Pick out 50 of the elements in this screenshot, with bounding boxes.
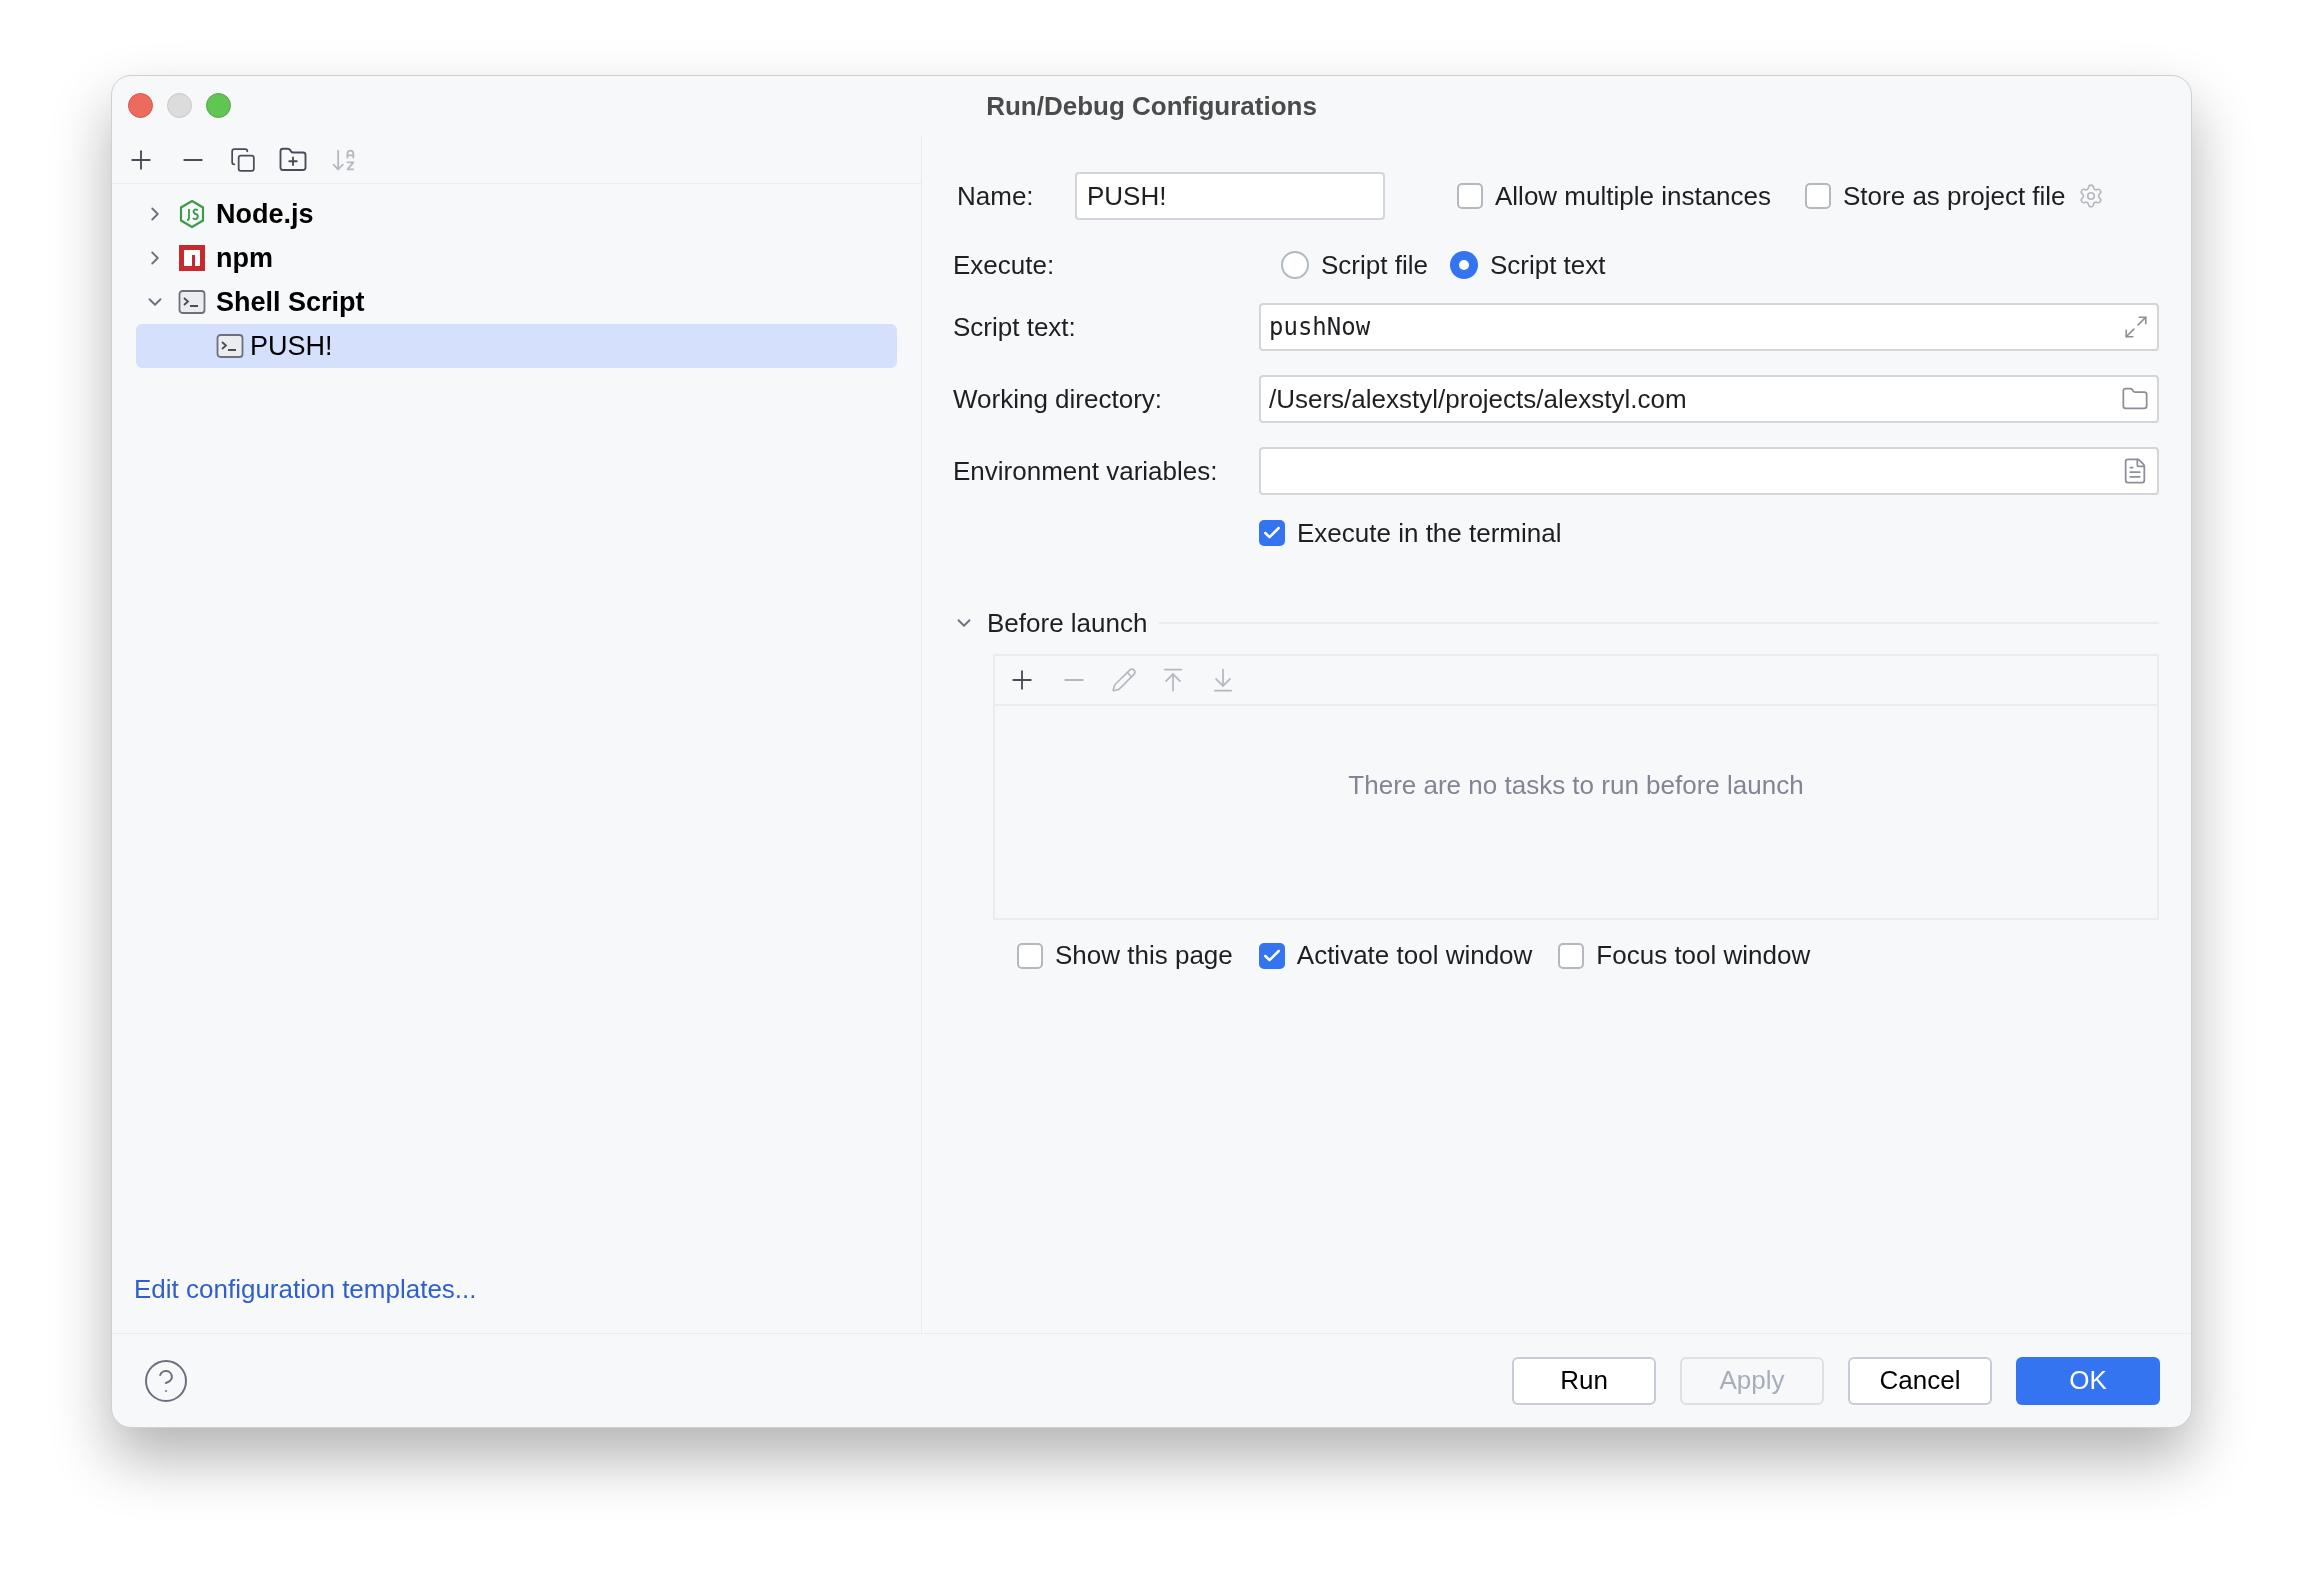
tree-item[interactable]: npm [136, 236, 897, 280]
field-label: Script text: [953, 310, 1077, 344]
copy-icon[interactable] [230, 146, 256, 173]
empty-message: There are no tasks to run before launch [1348, 769, 1804, 802]
terminal-icon [216, 333, 244, 359]
checkbox-label: Allow multiple instances [1495, 179, 1771, 213]
radio-button[interactable] [1281, 251, 1309, 279]
edit-icon[interactable] [1111, 667, 1137, 693]
field-label: Environment variables: [953, 454, 1219, 488]
checkbox-label: Store as project file [1843, 179, 2066, 213]
npm-icon [178, 244, 206, 272]
tree-item-label: Node.js [216, 197, 314, 231]
tree-item-label: npm [216, 241, 273, 275]
checkbox-label: Show this page [1055, 939, 1233, 972]
checkbox-label: Execute in the terminal [1297, 516, 1562, 550]
window-title: Run/Debug Configurations [986, 89, 1317, 123]
checkbox[interactable] [1259, 520, 1285, 546]
tree-item[interactable]: PUSH! [136, 324, 897, 368]
zoom-window-button[interactable] [206, 93, 231, 118]
text-field[interactable]: pushNow [1259, 303, 2159, 351]
close-window-button[interactable] [128, 93, 153, 118]
execute-label: Execute: [953, 248, 1056, 282]
dialog-button[interactable]: OK [2016, 1356, 2160, 1405]
tree-item-label: Shell Script [216, 285, 365, 319]
edit-templates-link[interactable]: Edit configuration templates... [134, 1274, 477, 1304]
text-field[interactable]: /Users/alexstyl/projects/alexstyl.com [1259, 375, 2159, 423]
checkbox-label: Activate tool window [1296, 939, 1533, 972]
expand-icon[interactable] [2123, 314, 2149, 340]
radio-label: Script file [1321, 248, 1428, 282]
checkbox[interactable] [1258, 942, 1285, 969]
tree-item-label: PUSH! [250, 329, 333, 363]
settings-icon[interactable] [2077, 183, 2104, 209]
checkbox[interactable] [1457, 183, 1483, 209]
field-label: Working directory: [953, 382, 1164, 416]
tree-item[interactable]: Node.js [136, 192, 897, 236]
text-field[interactable] [1259, 447, 2159, 495]
dialog-button[interactable]: Run [1512, 1356, 1656, 1405]
name-label: Name: [956, 179, 1035, 213]
tree-item[interactable]: Shell Script [136, 280, 897, 324]
radio-label: Script text [1489, 248, 1606, 282]
terminal-icon [178, 289, 206, 315]
section-title: Before launch [987, 606, 1148, 640]
dialog-button[interactable]: Cancel [1848, 1356, 1992, 1405]
checkbox[interactable] [1558, 942, 1585, 969]
name-field[interactable]: PUSH! [1075, 172, 1385, 220]
checkbox[interactable] [1805, 183, 1831, 209]
checkbox-label: Focus tool window [1596, 939, 1811, 972]
radio-button[interactable] [1449, 251, 1478, 279]
checkbox[interactable] [1017, 942, 1043, 969]
hexagon-icon [178, 199, 206, 229]
